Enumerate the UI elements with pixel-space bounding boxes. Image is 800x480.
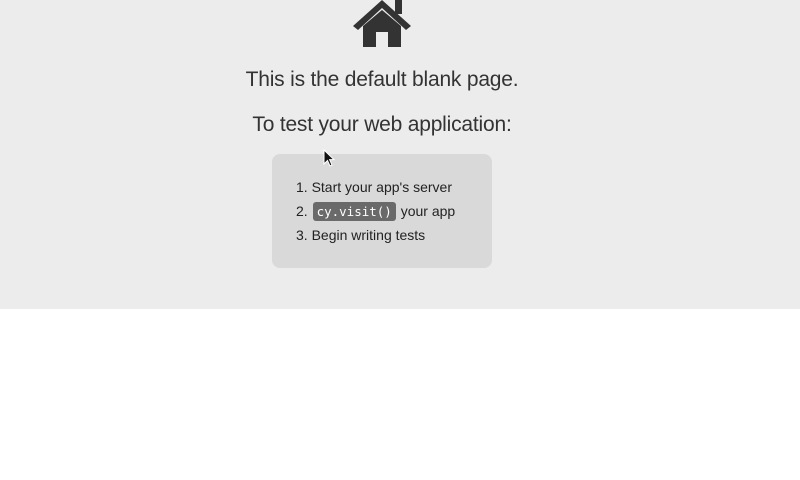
page-heading: This is the default blank page.: [245, 68, 519, 91]
list-item: 1. Start your app's server: [296, 177, 455, 201]
steps-box: 1. Start your app's server 2. cy.visit()…: [272, 154, 492, 268]
step-number: 2.: [296, 203, 308, 219]
step-text: Start your app's server: [311, 179, 452, 195]
step-text: Begin writing tests: [311, 227, 426, 243]
code-snippet: cy.visit(): [312, 202, 396, 221]
step-number: 1.: [296, 179, 308, 195]
step-number: 3.: [296, 227, 308, 243]
list-item: 2. cy.visit() your app: [296, 201, 455, 225]
blank-page-panel: This is the default blank page. To test …: [0, 0, 800, 309]
mouse-cursor-icon: [323, 149, 336, 167]
list-item: 3. Begin writing tests: [296, 225, 455, 249]
home-icon: [353, 0, 411, 47]
page-subheading: To test your web application:: [252, 113, 512, 136]
step-text: your app: [400, 203, 456, 219]
steps-list: 1. Start your app's server 2. cy.visit()…: [296, 177, 455, 249]
